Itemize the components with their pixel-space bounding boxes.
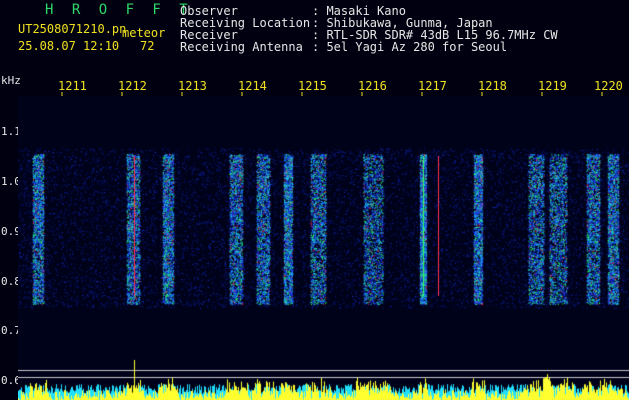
file-name: UT2508071210.pn bbox=[18, 22, 127, 36]
x-tick-1215: 1215 bbox=[298, 79, 327, 93]
x-tick-1220: 1220 bbox=[594, 79, 623, 93]
x-tick-1218: 1218 bbox=[478, 79, 507, 93]
hrofft-window: H R O F F T UT2508071210.pn meteor 25.08… bbox=[0, 0, 629, 400]
x-tick-1217: 1217 bbox=[418, 79, 447, 93]
app-title: H R O F F T bbox=[45, 2, 193, 18]
spectrogram-canvas bbox=[18, 96, 629, 400]
field-value-antenna: : 5el Yagi Az 280 for Seoul bbox=[312, 40, 508, 54]
x-tick-1214: 1214 bbox=[238, 79, 267, 93]
field-label-antenna: Receiving Antenna bbox=[180, 40, 303, 54]
x-tick-1216: 1216 bbox=[358, 79, 387, 93]
x-tick-1213: 1213 bbox=[178, 79, 207, 93]
x-tick-1211: 1211 bbox=[58, 79, 87, 93]
axis-unit-label: kHz bbox=[1, 74, 21, 87]
x-tick-1219: 1219 bbox=[538, 79, 567, 93]
event-count: 72 bbox=[140, 39, 155, 53]
datetime: 25.08.07 12:10 bbox=[18, 39, 120, 53]
spectrogram-panel bbox=[18, 96, 629, 400]
x-tick-1212: 1212 bbox=[118, 79, 147, 93]
subtitle: meteor bbox=[122, 26, 166, 40]
